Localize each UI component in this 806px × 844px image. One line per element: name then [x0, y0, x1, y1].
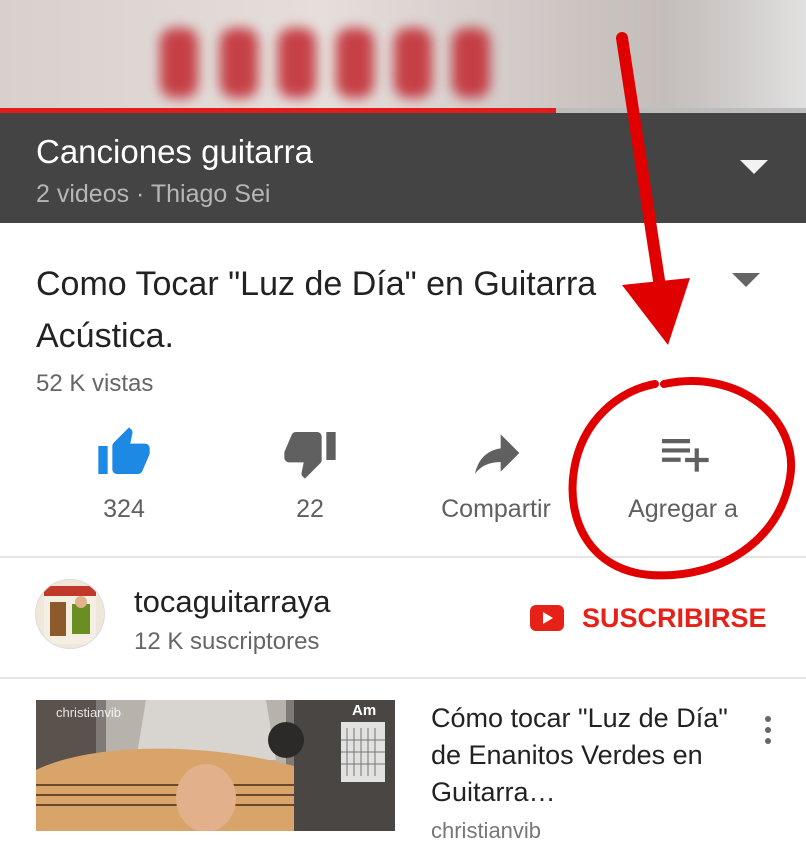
related-video-title[interactable]: Cómo tocar "Luz de Día" de Enanitos Verd…: [431, 700, 731, 811]
add-to-playlist-button[interactable]: Agregar a: [593, 425, 773, 535]
video-frame-detail: [278, 28, 316, 98]
add-to-label: Agregar a: [628, 495, 738, 523]
more-vert-icon[interactable]: [762, 716, 774, 750]
chevron-down-icon[interactable]: [740, 160, 768, 174]
subscriber-count: 12 K suscriptores: [134, 628, 320, 655]
more-dot: [765, 738, 771, 744]
like-count: 324: [103, 495, 145, 523]
thumbs-down-icon: [284, 432, 336, 479]
channel-avatar[interactable]: [36, 580, 104, 648]
youtube-play-icon: [530, 605, 564, 631]
share-icon: [475, 434, 520, 474]
more-dot: [765, 716, 771, 722]
like-button[interactable]: 324: [34, 425, 214, 535]
playlist-meta: 2 videos · Thiago Sei: [36, 180, 271, 208]
subscribe-label: SUSCRIBIRSE: [582, 602, 767, 633]
share-label: Compartir: [441, 495, 551, 523]
video-frame-detail: [666, 0, 806, 113]
video-frame-detail: [220, 28, 258, 98]
video-frame-detail: [160, 28, 198, 98]
playlist-add-icon: [662, 439, 709, 472]
subscribe-button[interactable]: SUSCRIBIRSE: [530, 598, 767, 638]
video-player[interactable]: [0, 0, 806, 113]
chord-label: Am: [352, 702, 377, 719]
dislike-button[interactable]: 22: [220, 425, 400, 535]
video-frame-detail: [336, 28, 374, 98]
video-frame-detail: [452, 28, 490, 98]
divider: [0, 556, 806, 558]
share-button[interactable]: Compartir: [406, 425, 586, 535]
related-video-channel: christianvib: [431, 818, 542, 843]
thumbs-up-icon: [98, 427, 150, 474]
thumbnail-watermark: christianvib: [56, 705, 122, 720]
playlist-title: Canciones guitarra: [36, 133, 313, 170]
divider: [0, 677, 806, 679]
video-title: Como Tocar "Luz de Día" en Guitarra Acús…: [36, 265, 597, 355]
avatar-image: [44, 586, 96, 644]
more-dot: [765, 727, 771, 733]
video-frame-detail: [394, 28, 432, 98]
chevron-down-icon[interactable]: [732, 273, 760, 287]
dislike-count: 22: [296, 495, 324, 523]
channel-name[interactable]: tocaguitarraya: [134, 584, 330, 620]
view-count: 52 K vistas: [36, 370, 154, 397]
